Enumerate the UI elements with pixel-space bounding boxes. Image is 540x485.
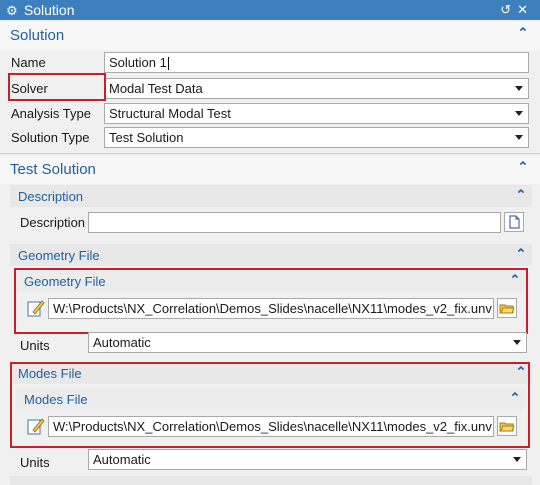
chevron-up-icon[interactable]: ⌃ <box>508 391 522 405</box>
geometry-units-label: Units <box>20 338 50 353</box>
geometry-sub-header[interactable]: Geometry File ⌃ <box>16 270 526 292</box>
modes-path-value: W:\Products\NX_Correlation\Demos_Slides\… <box>53 419 492 434</box>
name-input[interactable]: Solution 1 <box>104 52 529 73</box>
solution-type-value: Test Solution <box>109 130 184 145</box>
folder-open-icon[interactable] <box>497 298 517 318</box>
analysis-type-value: Structural Modal Test <box>109 106 231 121</box>
geometry-group-header[interactable]: Geometry File ⌃ <box>10 244 532 266</box>
modes-file-path[interactable]: W:\Products\NX_Correlation\Demos_Slides\… <box>48 416 494 437</box>
chevron-down-icon <box>513 340 521 345</box>
description-group-title: Description <box>18 189 84 204</box>
test-solution-section-header[interactable]: Test Solution ⌃ <box>0 156 540 184</box>
geometry-file-path[interactable]: W:\Products\NX_Correlation\Demos_Slides\… <box>48 298 494 319</box>
solver-label: Solver <box>11 81 48 96</box>
analysis-type-select[interactable]: Structural Modal Test <box>104 103 529 124</box>
modes-group-header[interactable]: Modes File ⌃ <box>10 362 532 384</box>
modes-sub-title: Modes File <box>24 392 88 407</box>
solver-value: Modal Test Data <box>109 81 203 96</box>
description-group-header[interactable]: Description ⌃ <box>10 185 532 207</box>
chevron-up-icon[interactable]: ⌃ <box>514 365 528 379</box>
pencil-file-icon[interactable] <box>26 416 46 436</box>
name-value: Solution 1 <box>109 55 167 70</box>
chevron-up-icon[interactable]: ⌃ <box>514 247 528 261</box>
solution-type-select[interactable]: Test Solution <box>104 127 529 148</box>
modes-units-select[interactable]: Automatic <box>88 449 527 470</box>
modes-units-value: Automatic <box>93 452 151 467</box>
close-icon[interactable]: ✕ <box>517 2 534 17</box>
next-group-header <box>10 476 532 485</box>
document-icon[interactable] <box>504 212 524 232</box>
chevron-down-icon <box>513 457 521 462</box>
pencil-file-icon[interactable] <box>26 298 46 318</box>
solution-section-title: Solution <box>10 27 65 44</box>
chevron-up-icon[interactable]: ⌃ <box>508 273 522 287</box>
modes-group-title: Modes File <box>18 366 82 381</box>
description-label: Description <box>20 215 86 230</box>
modes-sub-header[interactable]: Modes File ⌃ <box>16 388 526 410</box>
gear-icon: ⚙ <box>6 3 18 18</box>
geometry-group-title: Geometry File <box>18 248 100 263</box>
description-input[interactable] <box>88 212 501 233</box>
modes-units-label: Units <box>20 455 50 470</box>
analysis-type-label: Analysis Type <box>11 106 91 121</box>
window-title: Solution <box>23 2 75 18</box>
chevron-up-icon[interactable]: ⌃ <box>516 160 530 174</box>
chevron-down-icon <box>515 86 523 91</box>
geometry-path-value: W:\Products\NX_Correlation\Demos_Slides\… <box>53 301 492 316</box>
name-label: Name <box>11 55 46 70</box>
geometry-units-select[interactable]: Automatic <box>88 332 527 353</box>
solution-section-header[interactable]: Solution ⌃ <box>0 22 540 50</box>
solution-type-label: Solution Type <box>11 130 90 145</box>
chevron-down-icon <box>515 135 523 140</box>
geometry-units-value: Automatic <box>93 335 151 350</box>
chevron-down-icon <box>515 111 523 116</box>
title-bar: ⚙ Solution ↺✕ <box>0 0 540 20</box>
solver-select[interactable]: Modal Test Data <box>104 78 529 99</box>
reset-icon[interactable]: ↺ <box>500 2 517 17</box>
chevron-up-icon[interactable]: ⌃ <box>516 26 530 40</box>
solution-dialog: ⚙ Solution ↺✕ Solution ⌃ Name Solution 1… <box>0 0 540 485</box>
folder-open-icon[interactable] <box>497 416 517 436</box>
test-solution-section-title: Test Solution <box>10 161 96 178</box>
geometry-sub-title: Geometry File <box>24 274 106 289</box>
chevron-up-icon[interactable]: ⌃ <box>514 188 528 202</box>
